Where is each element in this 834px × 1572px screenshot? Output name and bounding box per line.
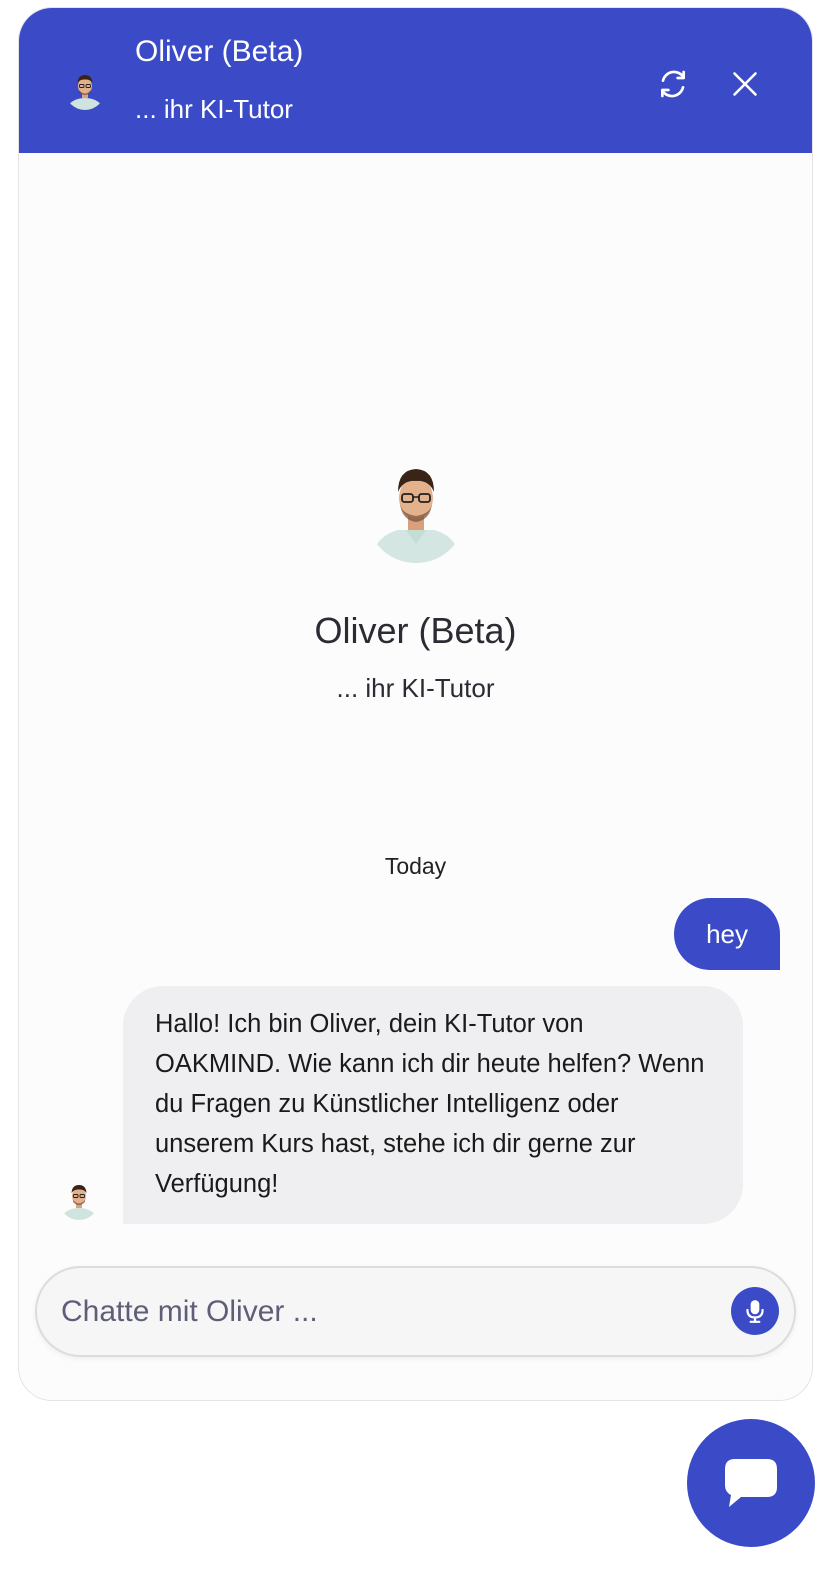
refresh-icon	[661, 70, 685, 98]
header-title: Oliver (Beta)	[135, 35, 304, 68]
bot-avatar-icon	[59, 1180, 99, 1220]
chat-input[interactable]	[61, 1268, 701, 1355]
person-avatar-icon	[65, 70, 105, 110]
chat-header: Oliver (Beta) ... ihr KI-Tutor	[19, 8, 812, 153]
header-subtitle: ... ihr KI-Tutor	[135, 94, 293, 124]
close-icon	[733, 72, 757, 96]
chat-widget: Oliver (Beta) ... ihr KI-Tutor Oliver (B…	[18, 7, 813, 1401]
microphone-icon	[746, 1300, 764, 1323]
microphone-button[interactable]	[731, 1287, 779, 1335]
refresh-button[interactable]	[651, 62, 695, 106]
intro-name: Oliver (Beta)	[314, 610, 517, 651]
bot-message: Hallo! Ich bin Oliver, dein KI-Tutor von…	[123, 986, 743, 1224]
chat-launcher-button[interactable]	[687, 1419, 815, 1547]
bot-avatar-large	[365, 463, 466, 563]
close-button[interactable]	[723, 62, 767, 106]
user-message: hey	[674, 898, 780, 970]
date-separator: Today	[384, 853, 447, 879]
bot-intro: Oliver (Beta) ... ihr KI-Tutor	[19, 458, 812, 704]
chat-bubble-icon	[725, 1459, 777, 1507]
intro-subtitle: ... ihr KI-Tutor	[336, 673, 495, 703]
chat-composer	[35, 1266, 796, 1357]
